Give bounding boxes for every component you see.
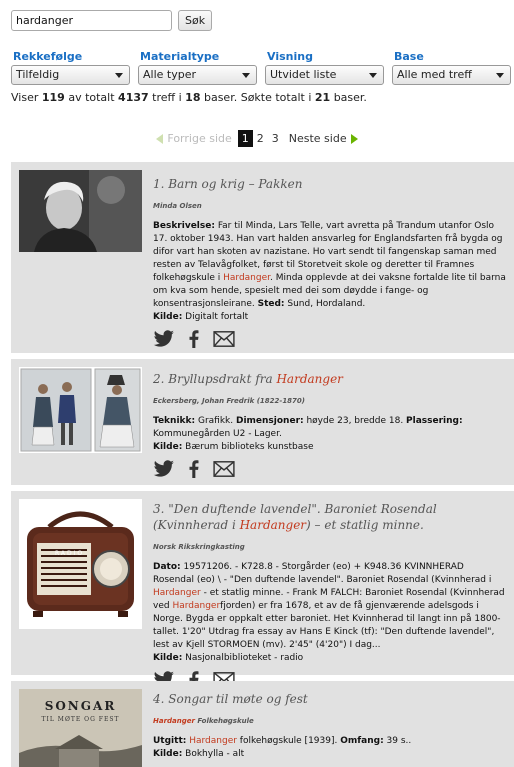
result-creator: Eckersberg, Johan Fredrik (1822-1870) [153,397,305,405]
page-2[interactable]: 2 [253,132,268,145]
prev-page-button: Forrige side [156,132,232,145]
arrow-left-icon [156,133,164,144]
filter-material-value: Alle typer [143,68,196,81]
result-item: 2. Bryllupsdrakt fra Hardanger Eckersber… [11,359,514,491]
chevron-down-icon [115,73,123,78]
pagination: Forrige side 1 2 3 Neste side [0,130,514,147]
filter-base-select[interactable]: Alle med treff [392,65,511,85]
result-thumbnail[interactable] [19,367,142,453]
twitter-icon[interactable] [153,460,175,478]
result-item: SONGAR TIL MØTE OG FEST 4. Songar til mø… [11,681,514,767]
chevron-down-icon [369,73,377,78]
result-thumbnail[interactable] [19,170,142,252]
result-description: Dato: 19571206. - K728.8 - Storgårder (e… [153,562,505,650]
result-content: 2. Bryllupsdrakt fra Hardanger Eckersber… [153,371,506,478]
share-bar [153,460,506,478]
filter-view-value: Utvidet liste [270,68,337,81]
filter-base: Base Alle med treff [392,49,514,85]
filter-view-select[interactable]: Utvidet liste [265,65,384,85]
chevron-down-icon [496,73,504,78]
twitter-icon[interactable] [153,330,175,348]
result-thumbnail[interactable]: SONGAR TIL MØTE OG FEST [19,689,142,767]
filter-base-label: Base [394,50,424,63]
filter-material-select[interactable]: Alle typer [138,65,257,85]
result-source: Kilde: Nasjonalbiblioteket - radio [153,653,304,663]
email-icon[interactable] [213,330,235,348]
email-icon[interactable] [213,460,235,478]
facebook-icon[interactable] [183,330,205,348]
result-description: Utgitt: Hardanger folkehøgskule [1939]. … [153,736,412,746]
result-title[interactable]: 2. Bryllupsdrakt fra Hardanger [153,371,506,387]
result-title[interactable]: 4. Songar til møte og fest [153,691,506,707]
page-3[interactable]: 3 [268,132,283,145]
result-item: 1. Barn og krig – Pakken Minda Olsen Bes… [11,162,514,359]
result-content: 4. Songar til møte og fest Hardanger Fol… [153,691,506,761]
result-content: 1. Barn og krig – Pakken Minda Olsen Bes… [153,176,506,348]
filter-sort-value: Tilfeldig [16,68,60,81]
result-creator: Norsk Rikskringkasting [153,543,245,551]
result-source: Kilde: Bokhylla - alt [153,749,245,759]
result-source: Kilde: Bærum biblioteks kunstbase [153,442,314,452]
result-summary: Viser 119 av totalt 4137 treff i 18 base… [11,91,367,104]
filter-sort-select[interactable]: Tilfeldig [11,65,130,85]
filter-sort: Rekkefølge Tilfeldig [11,49,138,85]
result-list: 1. Barn og krig – Pakken Minda Olsen Bes… [11,162,514,767]
result-source: Kilde: Digitalt fortalt [153,312,249,322]
filter-view-label: Visning [267,50,313,63]
filter-bar: Rekkefølge Tilfeldig Materialtype Alle t… [11,49,514,85]
book-cover-title: SONGAR [44,699,117,713]
radio-brand-label: RADIO [55,550,85,557]
result-content: 3. "Den duftende lavendel". Baroniet Ros… [153,501,506,689]
arrow-right-icon [350,133,358,144]
facebook-icon[interactable] [183,460,205,478]
search-button[interactable]: Søk [178,10,213,31]
search-bar: Søk [11,10,213,31]
book-cover-subtitle: TIL MØTE OG FEST [41,716,120,723]
chevron-down-icon [242,73,250,78]
page-1: 1 [237,130,253,147]
filter-sort-label: Rekkefølge [13,50,83,63]
result-title[interactable]: 1. Barn og krig – Pakken [153,176,506,192]
result-description: Beskrivelse: Far til Minda, Lars Telle, … [153,221,506,309]
result-item: RADIO 3. "Den duftende lavendel". Baroni… [11,491,514,689]
filter-material: Materialtype Alle typer [138,49,265,85]
result-creator: Hardanger Folkehøgskule [153,717,254,725]
result-description: Teknikk: Grafikk. Dimensjoner: høyde 23,… [153,416,463,439]
next-page-button[interactable]: Neste side [289,132,358,145]
result-title[interactable]: 3. "Den duftende lavendel". Baroniet Ros… [153,501,506,533]
result-thumbnail[interactable]: RADIO [19,499,142,629]
filter-material-label: Materialtype [140,50,220,63]
search-input[interactable] [11,10,172,31]
filter-view: Visning Utvidet liste [265,49,392,85]
result-creator: Minda Olsen [153,202,202,210]
share-bar [153,330,506,348]
filter-base-value: Alle med treff [397,68,472,81]
